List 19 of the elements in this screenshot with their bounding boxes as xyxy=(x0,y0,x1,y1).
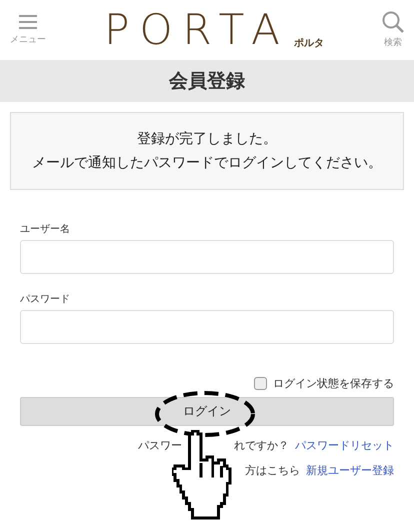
help-text: パスワー xyxy=(138,438,182,453)
checkbox[interactable] xyxy=(254,377,267,390)
field-label: ユーザー名 xyxy=(20,223,71,236)
message-text: メールで通知したパスワードでログインしてください。 xyxy=(31,154,383,173)
login-button[interactable]: ログイン xyxy=(20,397,394,426)
link[interactable]: 新規ユーザー登録 xyxy=(306,463,394,478)
link[interactable]: パスワードリセット xyxy=(295,438,394,453)
help-text: れですか？ xyxy=(234,438,289,453)
logo-subtitle: ポルタ xyxy=(294,37,324,50)
search-icon xyxy=(382,11,404,33)
help-text: 方はこちら xyxy=(245,463,300,478)
menu-icon xyxy=(18,14,38,30)
page-title: 会員登録 xyxy=(169,69,245,94)
input-field[interactable] xyxy=(20,240,394,274)
checkbox-label: ログイン状態を保存する xyxy=(273,376,394,391)
field-label: パスワード xyxy=(20,293,71,306)
message-text: 登録が完了しました。 xyxy=(136,130,278,149)
logo-text: PORTA xyxy=(104,8,290,52)
input-field[interactable] xyxy=(20,310,394,344)
